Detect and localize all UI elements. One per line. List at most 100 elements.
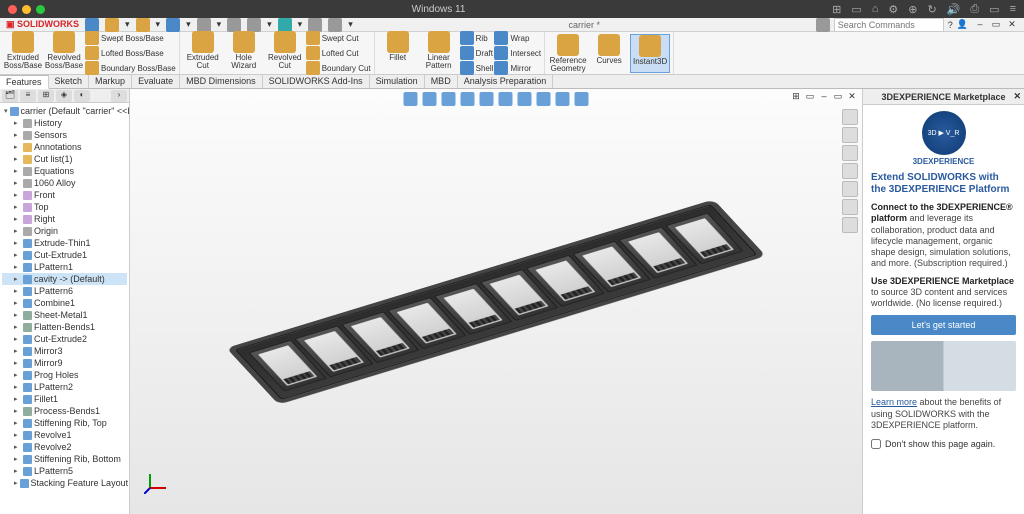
home-icon[interactable] xyxy=(85,18,99,32)
display-style-icon[interactable] xyxy=(499,92,513,106)
tp-custom-props-icon[interactable] xyxy=(842,199,858,215)
mac-icon[interactable]: ⎙ xyxy=(970,3,979,16)
mac-icon[interactable]: ⚙ xyxy=(888,3,898,16)
tree-node[interactable]: ▸Cut list(1) xyxy=(2,153,127,165)
vp-full-icon[interactable]: ▭ xyxy=(804,91,816,103)
tree-node[interactable]: ▸Revolve1 xyxy=(2,429,127,441)
prev-view-icon[interactable] xyxy=(442,92,456,106)
tree-node[interactable]: ▸Stacking Feature Layout xyxy=(2,477,127,489)
tree-node[interactable]: ▸LPattern5 xyxy=(2,465,127,477)
tree-node[interactable]: ▸LPattern6 xyxy=(2,285,127,297)
view-settings-icon[interactable] xyxy=(575,92,589,106)
rebuild-icon[interactable] xyxy=(308,18,322,32)
mp-dont-show-check[interactable]: Don't show this page again. xyxy=(871,439,1016,449)
mac-icon[interactable]: ⌂ xyxy=(872,3,879,16)
tree-node[interactable]: ▸Sensors xyxy=(2,129,127,141)
tree-node[interactable]: ▸Origin xyxy=(2,225,127,237)
tp-resources-icon[interactable] xyxy=(842,109,858,125)
boundary-cut-button[interactable]: Boundary Cut xyxy=(306,61,371,75)
mac-icon[interactable]: 🔊 xyxy=(947,3,961,16)
tp-design-lib-icon[interactable] xyxy=(842,127,858,143)
vp-min-icon[interactable]: – xyxy=(818,91,830,103)
apply-scene-icon[interactable] xyxy=(556,92,570,106)
search-input[interactable] xyxy=(834,18,944,32)
tab-addins[interactable]: SOLIDWORKS Add-Ins xyxy=(263,75,370,88)
shell-button[interactable]: Shell xyxy=(460,61,494,75)
tree-node[interactable]: ▸Stiffening Rib, Bottom xyxy=(2,453,127,465)
tree-node[interactable]: ▸Flatten-Bends1 xyxy=(2,321,127,333)
tab-simulation[interactable]: Simulation xyxy=(370,75,425,88)
mac-icon[interactable]: ▭ xyxy=(989,3,999,16)
open-icon[interactable] xyxy=(136,18,150,32)
tp-view-palette-icon[interactable] xyxy=(842,163,858,179)
intersect-button[interactable]: Intersect xyxy=(494,46,541,60)
swept-cut-button[interactable]: Swept Cut xyxy=(306,31,371,45)
tree-node[interactable]: ▸cavity -> (Default) xyxy=(2,273,127,285)
tp-file-explorer-icon[interactable] xyxy=(842,145,858,161)
zoom-area-icon[interactable] xyxy=(423,92,437,106)
revolved-cut-button[interactable]: Revolved Cut xyxy=(265,31,305,75)
mp-get-started-button[interactable]: Let's get started xyxy=(871,315,1016,335)
fillet-button[interactable]: Fillet xyxy=(378,31,418,75)
fm-tab-config-icon[interactable]: ⊞ xyxy=(38,90,54,102)
tree-node[interactable]: ▸LPattern2 xyxy=(2,381,127,393)
tab-evaluate[interactable]: Evaluate xyxy=(132,75,180,88)
graphics-viewport[interactable]: ⊞ ▭ – ▭ ✕ xyxy=(130,89,862,514)
draft-button[interactable]: Draft xyxy=(460,46,494,60)
tree-node[interactable]: ▸Revolve2 xyxy=(2,441,127,453)
tree-node[interactable]: ▸Combine1 xyxy=(2,297,127,309)
rib-button[interactable]: Rib xyxy=(460,31,494,45)
vp-close-icon[interactable]: ✕ xyxy=(846,91,858,103)
view-orient-icon[interactable] xyxy=(480,92,494,106)
vp-split-icon[interactable]: ⊞ xyxy=(790,91,802,103)
mac-icon[interactable]: ⊕ xyxy=(908,3,917,16)
tab-features[interactable]: Features xyxy=(0,75,49,89)
revolved-boss-button[interactable]: Revolved Boss/Base xyxy=(44,31,84,75)
feature-tree[interactable]: ▾carrier (Default "carrier" <<Default>..… xyxy=(0,103,129,514)
tree-node[interactable]: ▸History xyxy=(2,117,127,129)
tree-node[interactable]: ▸Top xyxy=(2,201,127,213)
tp-forum-icon[interactable] xyxy=(842,217,858,233)
edit-appearance-icon[interactable] xyxy=(537,92,551,106)
undo-icon[interactable] xyxy=(227,18,241,32)
tp-appearances-icon[interactable] xyxy=(842,181,858,197)
tree-node[interactable]: ▸Extrude-Thin1 xyxy=(2,237,127,249)
tree-node[interactable]: ▸Sheet-Metal1 xyxy=(2,309,127,321)
mp-close-button[interactable]: ✕ xyxy=(1013,91,1021,102)
tree-node[interactable]: ▸Annotations xyxy=(2,141,127,153)
tab-sketch[interactable]: Sketch xyxy=(49,75,90,88)
save-icon[interactable] xyxy=(166,18,180,32)
tab-markup[interactable]: Markup xyxy=(89,75,132,88)
instant3d-button[interactable]: Instant3D xyxy=(630,34,670,73)
tab-mbd[interactable]: MBD xyxy=(425,75,458,88)
zoom-fit-icon[interactable] xyxy=(404,92,418,106)
vp-max-icon[interactable]: ▭ xyxy=(832,91,844,103)
tree-node[interactable]: ▸Equations xyxy=(2,165,127,177)
mac-icon[interactable]: ≡ xyxy=(1010,3,1016,16)
login-icon[interactable]: 👤 xyxy=(957,19,968,30)
tree-node[interactable]: ▸Prog Holes xyxy=(2,369,127,381)
wrap-button[interactable]: Wrap xyxy=(494,31,541,45)
orientation-triad-icon[interactable] xyxy=(144,470,168,494)
tree-node[interactable]: ▸Stiffening Rib, Top xyxy=(2,417,127,429)
hole-wizard-button[interactable]: Hole Wizard xyxy=(224,31,264,75)
tree-node[interactable]: ▸Fillet1 xyxy=(2,393,127,405)
tree-node[interactable]: ▸Process-Bends1 xyxy=(2,405,127,417)
select-icon[interactable] xyxy=(278,18,292,32)
tree-root[interactable]: ▾carrier (Default "carrier" <<Default>..… xyxy=(2,105,127,117)
mirror-button[interactable]: Mirror xyxy=(494,61,541,75)
mac-icon[interactable]: ▭ xyxy=(851,3,861,16)
fm-tab-display-icon[interactable]: ◐ xyxy=(74,90,90,102)
extruded-boss-button[interactable]: Extruded Boss/Base xyxy=(3,31,43,75)
options-icon[interactable] xyxy=(328,18,342,32)
restore-button[interactable]: ▭ xyxy=(990,19,1002,30)
curves-button[interactable]: Curves xyxy=(589,34,629,73)
redo-icon[interactable] xyxy=(247,18,261,32)
reference-geometry-button[interactable]: Reference Geometry xyxy=(548,34,588,73)
tree-node[interactable]: ▸Cut-Extrude2 xyxy=(2,333,127,345)
linear-pattern-button[interactable]: Linear Pattern xyxy=(419,31,459,75)
boundary-boss-button[interactable]: Boundary Boss/Base xyxy=(85,61,176,75)
print-icon[interactable] xyxy=(197,18,211,32)
lofted-cut-button[interactable]: Lofted Cut xyxy=(306,46,371,60)
swept-boss-button[interactable]: Swept Boss/Base xyxy=(85,31,176,45)
